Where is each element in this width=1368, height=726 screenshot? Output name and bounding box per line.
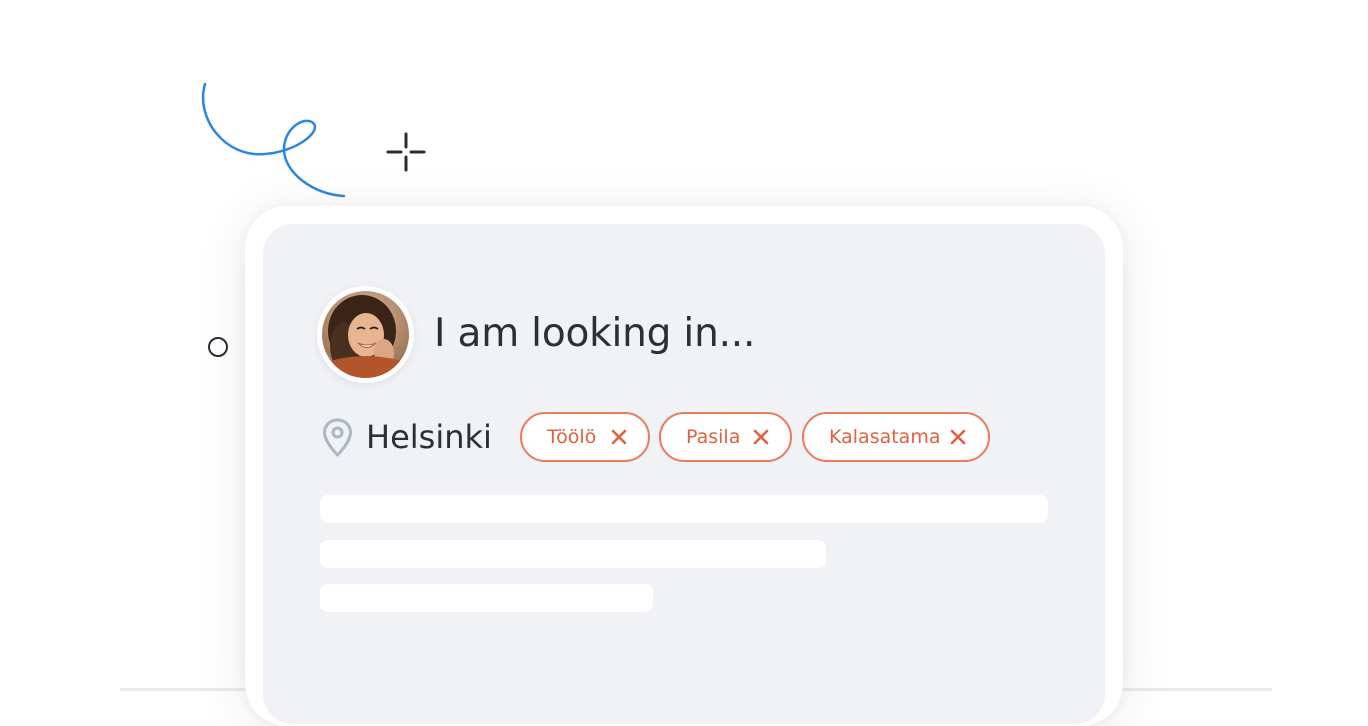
area-chip-kalasatama[interactable]: Kalasatama bbox=[802, 412, 990, 462]
avatar bbox=[317, 286, 414, 383]
chip-label: Pasila bbox=[686, 426, 741, 448]
chip-label: Kalasatama bbox=[829, 426, 941, 448]
circle-decoration bbox=[208, 337, 228, 357]
placeholder-line bbox=[320, 584, 653, 612]
squiggle-decoration bbox=[201, 82, 346, 198]
location-city: Helsinki bbox=[366, 418, 492, 456]
placeholder-line bbox=[320, 540, 826, 568]
placeholder-line bbox=[320, 495, 1048, 523]
close-icon[interactable] bbox=[611, 429, 627, 445]
chip-label: Töölö bbox=[547, 426, 597, 448]
area-chip-pasila[interactable]: Pasila bbox=[659, 412, 792, 462]
location-pin-icon bbox=[323, 418, 352, 457]
close-icon[interactable] bbox=[753, 429, 769, 445]
page-title: I am looking in... bbox=[434, 311, 756, 356]
close-icon[interactable] bbox=[950, 429, 966, 445]
avatar-image bbox=[322, 291, 409, 378]
area-chip-toolo[interactable]: Töölö bbox=[520, 412, 650, 462]
sparkle-icon bbox=[386, 132, 426, 172]
